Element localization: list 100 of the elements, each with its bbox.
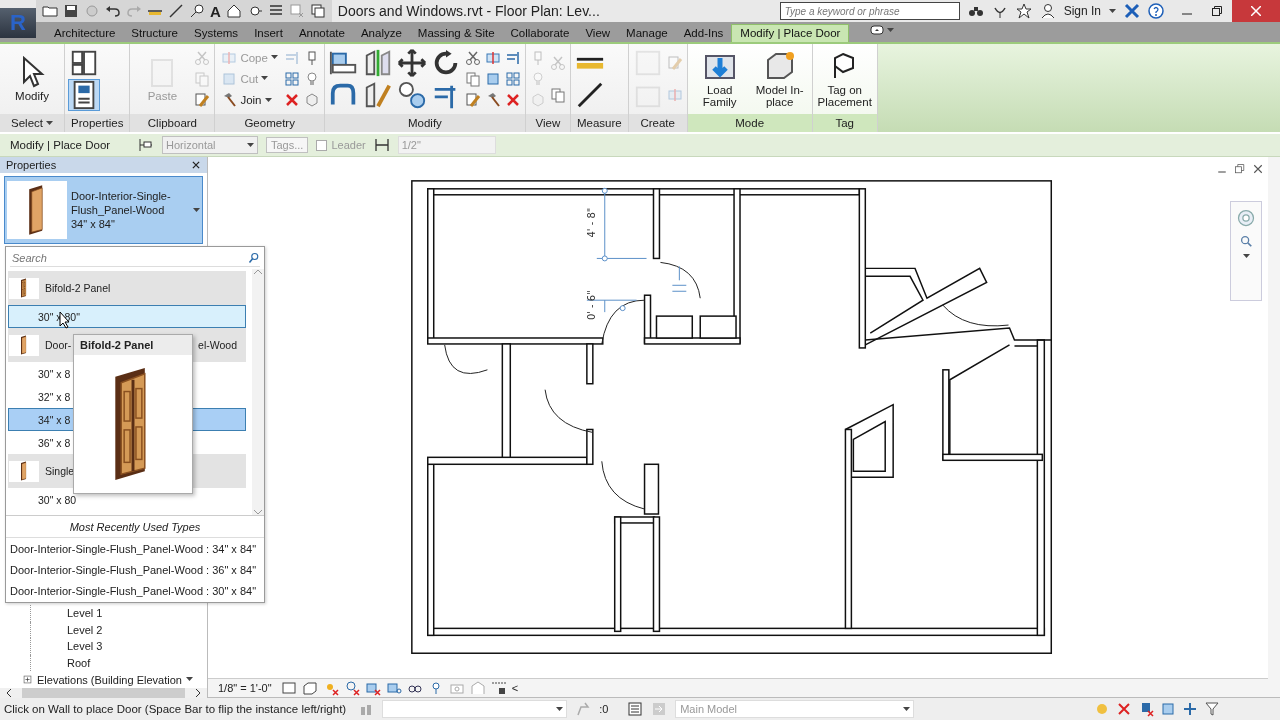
close-button[interactable] [1232, 0, 1280, 22]
crop-region-icon[interactable] [385, 680, 402, 697]
ribbon-tab[interactable]: Architecture [46, 25, 124, 42]
scroll-left-icon[interactable] [6, 689, 12, 697]
scroll-right-icon[interactable] [195, 689, 201, 697]
ribbon-tab[interactable]: Modify | Place Door [731, 24, 850, 42]
house-icon[interactable] [225, 3, 242, 19]
sign-in-link[interactable]: Sign In [1063, 4, 1101, 18]
ribbon-button[interactable]: Load Family [691, 48, 748, 110]
crop-view-icon[interactable] [364, 680, 381, 697]
scissors-icon[interactable] [464, 49, 481, 66]
caret-icon[interactable] [185, 677, 193, 682]
panel-toggle-icon[interactable] [869, 22, 886, 38]
close-icon[interactable] [1252, 163, 1264, 175]
zoom-icon[interactable] [1239, 234, 1253, 248]
brush-icon[interactable] [194, 92, 211, 109]
copy-icon[interactable] [549, 87, 566, 103]
brush-icon[interactable] [464, 92, 481, 109]
exchange-icon[interactable] [1124, 3, 1140, 19]
tree-item[interactable]: Level 3 [67, 640, 103, 653]
ribbon-tab[interactable]: View [577, 25, 619, 42]
ribbon-tab[interactable]: Analyze [352, 25, 410, 42]
shadows-icon[interactable] [343, 680, 360, 697]
recent-type-option[interactable]: Door-Interior-Single-Flush_Panel-Wood : 34" x 84" [6, 538, 264, 560]
ribbon-tab[interactable]: Manage [618, 25, 676, 42]
restore-icon[interactable] [1212, 6, 1222, 16]
properties-icon[interactable] [69, 48, 99, 78]
panel-title[interactable]: Geometry [215, 114, 324, 132]
ribbon-button[interactable]: Join [219, 92, 274, 109]
align-arrows-icon[interactable] [504, 49, 521, 66]
switch-windows-icon[interactable] [309, 3, 326, 19]
copy-circles-icon[interactable] [396, 80, 427, 110]
undo-icon[interactable] [105, 3, 121, 19]
grid-icon[interactable] [504, 71, 521, 87]
ribbon-tab[interactable]: Insert [246, 25, 291, 42]
family-name[interactable]: Door- [45, 339, 72, 352]
panel-title[interactable]: Modify [324, 114, 525, 132]
ribbon-button[interactable]: Tag on Placement [816, 48, 873, 110]
worksets-icon[interactable] [627, 701, 644, 717]
panel-title[interactable]: View [525, 114, 570, 132]
ribbon-button[interactable]: Modify [4, 54, 60, 104]
close-icon[interactable] [191, 160, 201, 170]
family-name[interactable]: Bifold-2 Panel [45, 282, 111, 295]
wall-split-icon[interactable] [484, 49, 501, 66]
orientation-icon[interactable] [138, 137, 154, 153]
filter-funnel-icon[interactable] [1204, 701, 1220, 717]
caret-icon[interactable] [1242, 254, 1250, 259]
close-window-icon[interactable] [288, 3, 305, 19]
ribbon-tab[interactable]: Structure [123, 25, 187, 42]
scroll-up-icon[interactable] [254, 269, 262, 276]
status-field[interactable] [382, 700, 568, 718]
panel-title[interactable]: Clipboard [130, 114, 215, 132]
caret-icon[interactable] [556, 706, 564, 712]
panel-title[interactable]: Properties [65, 114, 130, 132]
ribbon-tab[interactable]: Annotate [290, 25, 353, 42]
scrollbar-thumb[interactable] [22, 688, 185, 698]
scale-label[interactable]: 1/8" = 1'-0" [218, 682, 272, 695]
type-selector[interactable]: Door-Interior-Single-Flush_Panel-Wood 34" x 84" [4, 176, 203, 244]
recent-type-option[interactable]: Door-Interior-Single-Flush_Panel-Wood : 30" x 84" [6, 580, 264, 602]
panel-title[interactable]: Create [628, 114, 687, 132]
ribbon-button[interactable]: Model In-place [751, 48, 808, 110]
grid-icon[interactable] [283, 71, 300, 87]
leader-length-icon[interactable] [373, 137, 390, 153]
search-icon[interactable] [248, 251, 260, 264]
box-icon[interactable] [303, 92, 320, 109]
tree-item[interactable]: Elevations (Building Elevation [37, 673, 182, 686]
caret-icon[interactable] [1109, 8, 1116, 14]
help-icon[interactable] [1148, 3, 1164, 19]
scroll-down-icon[interactable] [254, 509, 262, 516]
caret-icon[interactable] [264, 97, 272, 103]
tree-item[interactable]: Level 2 [67, 623, 103, 636]
panel-title[interactable]: Select [0, 114, 64, 132]
tree-item[interactable]: Level 1 [67, 607, 103, 620]
expand-icon[interactable] [22, 674, 33, 685]
search-field[interactable]: Type a keyword or phrase [779, 2, 960, 20]
panel-title[interactable]: Tag [812, 114, 877, 132]
square-icon[interactable] [484, 71, 501, 87]
ribbon-tab[interactable]: Collaborate [502, 25, 578, 42]
user-icon[interactable] [1039, 3, 1056, 19]
text-tool-button[interactable]: A [210, 2, 221, 20]
folder-icon[interactable] [42, 3, 58, 19]
collapse-button[interactable]: < [511, 682, 519, 695]
panel-title[interactable]: Measure [570, 114, 628, 132]
panel-title[interactable]: Mode [687, 114, 812, 132]
lock-icon[interactable] [490, 680, 507, 697]
recent-type-option[interactable]: Door-Interior-Single-Flush_Panel-Wood : 36" x 84" [6, 559, 264, 581]
caret-icon[interactable] [46, 120, 53, 126]
type-properties-icon[interactable] [69, 80, 99, 110]
move-icon[interactable] [396, 48, 427, 78]
tree-item[interactable]: Roof [67, 656, 91, 669]
family-name[interactable]: Single [45, 465, 75, 478]
copy-icon[interactable] [464, 71, 481, 87]
ribbon-tab[interactable]: Add-Ins [675, 25, 732, 42]
ribbon-tab[interactable]: Massing & Site [409, 25, 503, 42]
save-icon[interactable] [63, 3, 79, 19]
steering-wheel-icon[interactable] [1236, 208, 1256, 228]
scrollbar[interactable] [1268, 157, 1280, 679]
measure-icon[interactable] [168, 3, 184, 19]
star-icon[interactable] [1015, 3, 1032, 19]
ribbon-tab[interactable]: Systems [186, 25, 247, 42]
